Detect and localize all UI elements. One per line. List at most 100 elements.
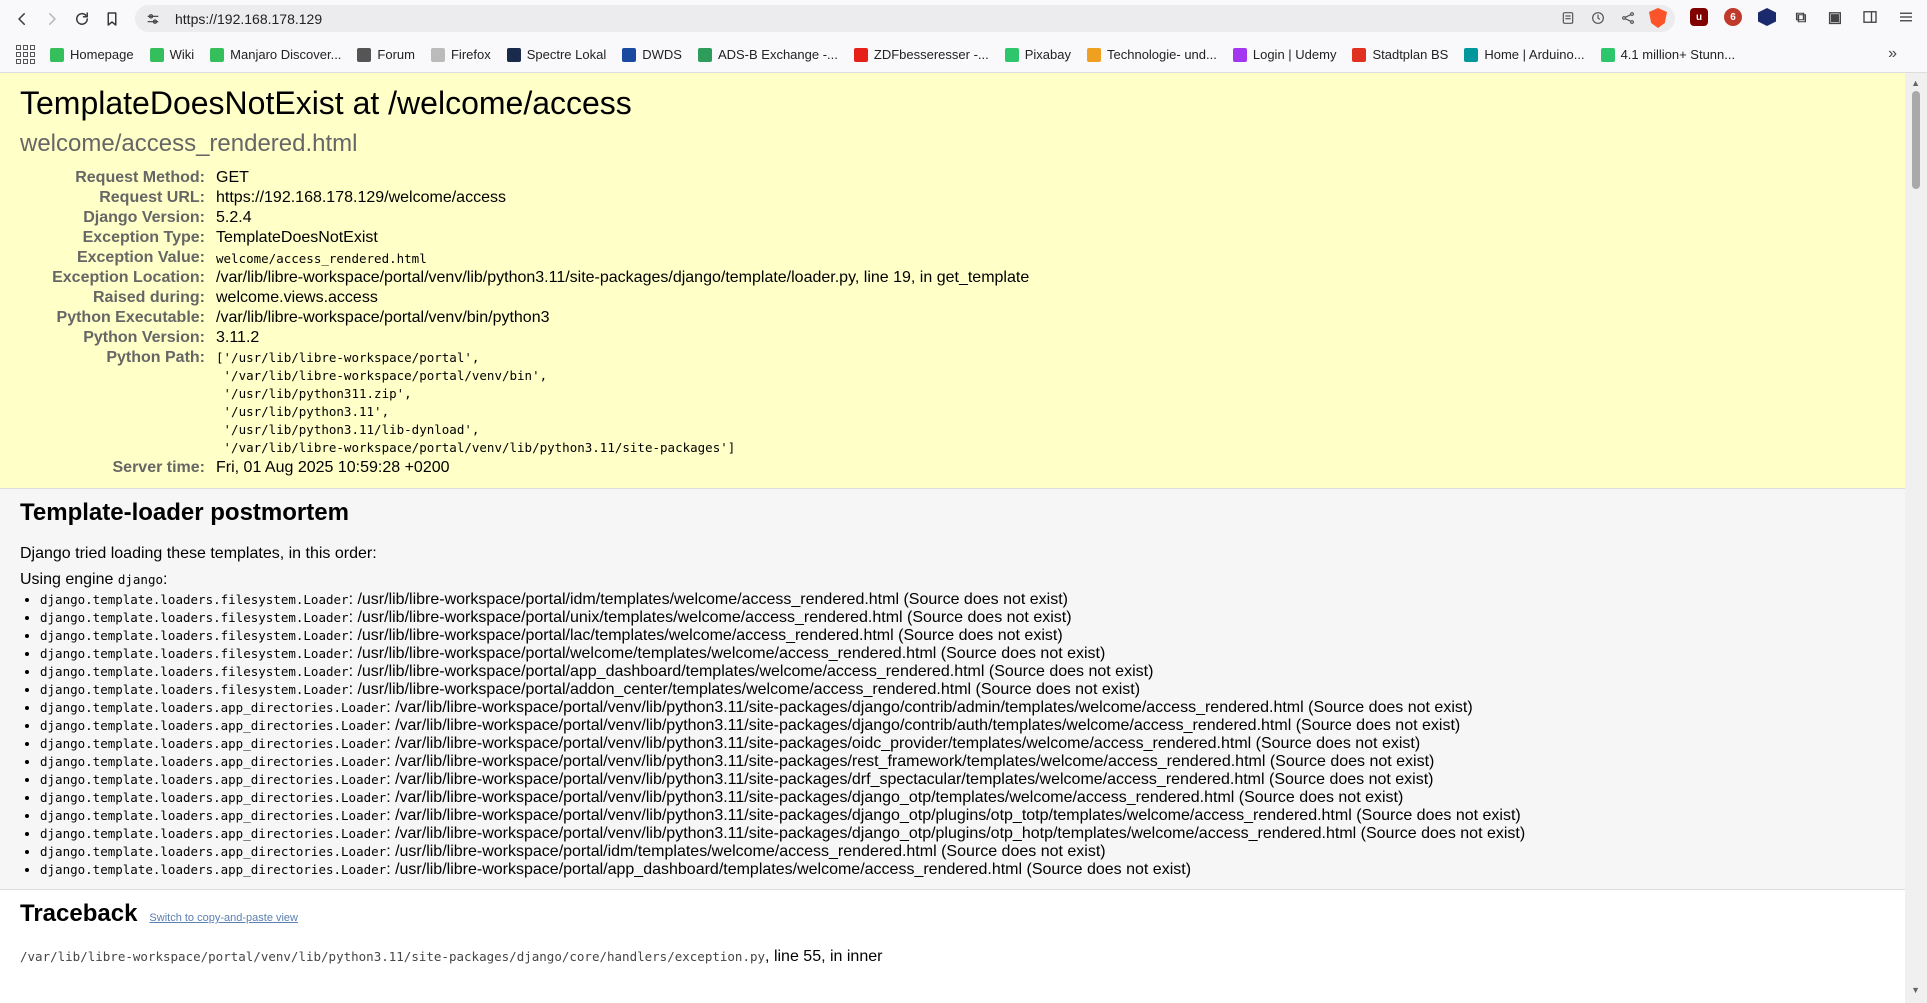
- bookmark-item[interactable]: Pixabay: [1004, 47, 1071, 62]
- bookmark-label: Stadtplan BS: [1372, 47, 1449, 62]
- loader-item: django.template.loaders.app_directories.…: [40, 717, 1885, 735]
- bookmark-item[interactable]: Login | Udemy: [1232, 47, 1336, 62]
- bookmark-item[interactable]: Home | Arduino...: [1464, 47, 1585, 62]
- extension-hex-icon[interactable]: [1758, 8, 1776, 26]
- brave-shields-icon[interactable]: [1649, 8, 1667, 28]
- share-icon[interactable]: [1619, 9, 1637, 27]
- loader-class: django.template.loaders.app_directories.…: [40, 826, 387, 841]
- bookmark-label: Pixabay: [1024, 47, 1071, 62]
- template-postmortem: Template-loader postmortem Django tried …: [0, 489, 1905, 890]
- bookmark-label: DWDS: [642, 47, 682, 62]
- loader-path: : /usr/lib/libre-workspace/portal/unix/t…: [348, 609, 1072, 626]
- bookmark-label: Firefox: [450, 47, 491, 62]
- address-bar[interactable]: https://192.168.178.129: [135, 5, 1675, 32]
- loader-item: django.template.loaders.app_directories.…: [40, 807, 1885, 825]
- reload-icon: [76, 11, 88, 25]
- bookmark-item[interactable]: Spectre Lokal: [506, 47, 606, 62]
- forward-button[interactable]: [40, 7, 64, 31]
- meta-row: Exception Location: /var/lib/libre-worksp…: [20, 268, 1029, 288]
- sidebar-toggle-icon[interactable]: [1861, 8, 1879, 26]
- loader-path: : /var/lib/libre-workspace/portal/venv/l…: [386, 735, 1421, 752]
- loader-class: django.template.loaders.app_directories.…: [40, 754, 387, 769]
- bookmark-item[interactable]: Wiki: [149, 47, 194, 62]
- more-bookmarks-icon[interactable]: »: [1888, 45, 1897, 63]
- scroll-up-icon[interactable]: ▲: [1911, 78, 1920, 88]
- scroll-down-icon[interactable]: ▼: [1911, 985, 1920, 995]
- address-bar-actions: [1559, 8, 1667, 28]
- bookmark-item[interactable]: Firefox: [430, 47, 491, 62]
- bookmark-favicon-icon: [506, 47, 521, 62]
- bookmark-label: ADS-B Exchange -...: [717, 47, 838, 62]
- extensions-puzzle-icon[interactable]: ⧉: [1792, 8, 1810, 26]
- bookmark-favicon-icon: [1600, 47, 1615, 62]
- screenshot-icon[interactable]: ▣: [1826, 8, 1844, 26]
- python-path-list: ['/usr/lib/libre-workspace/portal', '/va…: [216, 350, 736, 455]
- meta-row: Python Executable: /var/lib/libre-workspa…: [20, 308, 1029, 328]
- meta-label: Python Executable:: [56, 309, 205, 326]
- menu-icon[interactable]: [1897, 8, 1915, 26]
- bookmark-page-button[interactable]: [100, 7, 124, 31]
- meta-label: Exception Type:: [82, 229, 205, 246]
- apps-grid-icon[interactable]: [16, 44, 36, 65]
- bookmark-item[interactable]: Technologie- und...: [1087, 47, 1217, 62]
- bookmark-item[interactable]: Forum: [357, 47, 415, 62]
- scrollbar[interactable]: [1905, 73, 1927, 1003]
- meta-row: Python Path: ['/usr/lib/libre-workspace/p…: [20, 348, 1029, 458]
- meta-value: GET: [216, 169, 249, 186]
- loader-path: : /var/lib/libre-workspace/portal/venv/l…: [386, 789, 1404, 806]
- error-summary: TemplateDoesNotExist at /welcome/access …: [0, 73, 1905, 489]
- reader-mode-icon[interactable]: [1559, 9, 1577, 27]
- back-button[interactable]: [10, 7, 34, 31]
- loader-class: django.template.loaders.app_directories.…: [40, 700, 387, 715]
- bookmark-favicon-icon: [1232, 47, 1247, 62]
- loader-path: : /usr/lib/libre-workspace/portal/idm/te…: [348, 591, 1068, 608]
- engine-suffix: :: [163, 571, 168, 588]
- meta-label: Request Method:: [75, 169, 205, 186]
- bookmark-item[interactable]: 4.1 million+ Stunn...: [1600, 47, 1736, 62]
- loader-path: : /var/lib/libre-workspace/portal/venv/l…: [386, 753, 1435, 770]
- loader-path: : /var/lib/libre-workspace/portal/venv/l…: [386, 699, 1473, 716]
- bookmark-label: 4.1 million+ Stunn...: [1620, 47, 1736, 62]
- url-text[interactable]: https://192.168.178.129: [175, 11, 322, 27]
- meta-value: ['/usr/lib/libre-workspace/portal', '/va…: [216, 348, 1029, 458]
- loader-item: django.template.loaders.app_directories.…: [40, 771, 1885, 789]
- loader-item: django.template.loaders.filesystem.Loade…: [40, 609, 1885, 627]
- loader-class: django.template.loaders.app_directories.…: [40, 862, 387, 877]
- site-settings-icon[interactable]: [143, 9, 163, 29]
- bookmark-item[interactable]: ZDFbesseresser -...: [853, 47, 989, 62]
- traceback-frame[interactable]: /var/lib/libre-workspace/portal/venv/lib…: [20, 948, 1885, 966]
- ublock-icon[interactable]: u: [1690, 8, 1708, 26]
- meta-value: 5.2.4: [216, 209, 252, 226]
- bookmark-item[interactable]: Manjaro Discover...: [210, 47, 341, 62]
- bookmark-item[interactable]: Homepage: [50, 47, 134, 62]
- bookmarks-bar: Homepage Wiki Manjaro Discover... Forum Fire…: [0, 37, 1927, 73]
- scrollbar-thumb[interactable]: [1912, 91, 1920, 189]
- meta-label: Exception Location:: [52, 269, 205, 286]
- browser-window: https://192.168.178.129 u 6 ⧉ ▣ Homepage…: [0, 0, 1927, 1003]
- history-icon[interactable]: [1589, 9, 1607, 27]
- meta-value: TemplateDoesNotExist: [216, 229, 378, 246]
- arrow-right-icon: [49, 12, 56, 25]
- browser-toolbar: https://192.168.178.129 u 6 ⧉ ▣: [0, 0, 1927, 37]
- switch-copy-paste-link[interactable]: Switch to copy-and-paste view: [149, 912, 298, 924]
- loader-class: django.template.loaders.filesystem.Loade…: [40, 592, 349, 607]
- extension-badge-icon[interactable]: 6: [1724, 8, 1742, 26]
- bookmark-item[interactable]: DWDS: [622, 47, 682, 62]
- reload-button[interactable]: [70, 7, 94, 31]
- meta-value: Fri, 01 Aug 2025 10:59:28 +0200: [216, 459, 450, 476]
- loader-item: django.template.loaders.app_directories.…: [40, 735, 1885, 753]
- bookmark-item[interactable]: Stadtplan BS: [1352, 47, 1448, 62]
- bookmark-favicon-icon: [1352, 47, 1367, 62]
- loader-item: django.template.loaders.app_directories.…: [40, 843, 1885, 861]
- meta-label: Django Version:: [83, 209, 205, 226]
- meta-row: Request URL: https://192.168.178.129/welc…: [20, 188, 1029, 208]
- meta-row: Python Version: 3.11.2: [20, 328, 1029, 348]
- frame-file: /var/lib/libre-workspace/portal/venv/lib…: [20, 949, 766, 964]
- bookmark-favicon-icon: [50, 47, 64, 62]
- bookmark-item[interactable]: ADS-B Exchange -...: [697, 47, 838, 62]
- meta-value: /var/lib/libre-workspace/portal/venv/bin…: [216, 309, 550, 326]
- loader-class: django.template.loaders.filesystem.Loade…: [40, 628, 349, 643]
- window-controls: [1861, 8, 1915, 26]
- loader-path: : /var/lib/libre-workspace/portal/venv/l…: [386, 807, 1521, 824]
- loader-path: : /usr/lib/libre-workspace/portal/lac/te…: [348, 627, 1063, 644]
